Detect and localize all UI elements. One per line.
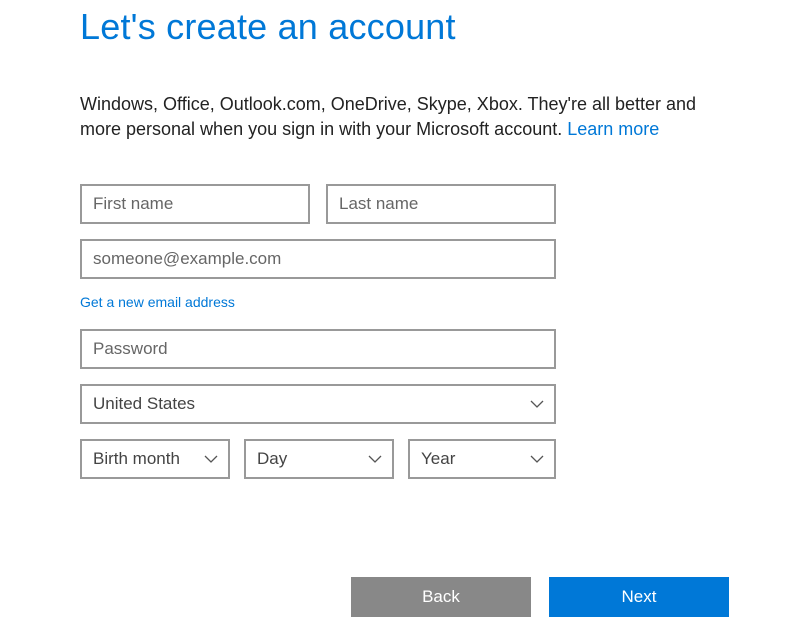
- password-input[interactable]: [80, 329, 556, 369]
- birth-year-select[interactable]: Year: [408, 439, 556, 479]
- country-select[interactable]: United States: [80, 384, 556, 424]
- learn-more-link[interactable]: Learn more: [567, 119, 659, 139]
- chevron-down-icon: [530, 452, 544, 466]
- last-name-input[interactable]: [326, 184, 556, 224]
- birth-day-value: Day: [257, 449, 287, 469]
- birth-month-value: Birth month: [93, 449, 180, 469]
- birth-month-select[interactable]: Birth month: [80, 439, 230, 479]
- page-title: Let's create an account: [80, 6, 727, 48]
- get-new-email-link[interactable]: Get a new email address: [80, 294, 235, 310]
- chevron-down-icon: [368, 452, 382, 466]
- chevron-down-icon: [530, 397, 544, 411]
- next-button[interactable]: Next: [549, 577, 729, 617]
- chevron-down-icon: [204, 452, 218, 466]
- first-name-input[interactable]: [80, 184, 310, 224]
- description-text: Windows, Office, Outlook.com, OneDrive, …: [80, 92, 727, 142]
- birth-day-select[interactable]: Day: [244, 439, 394, 479]
- country-selected-value: United States: [93, 394, 195, 414]
- email-input[interactable]: [80, 239, 556, 279]
- back-button[interactable]: Back: [351, 577, 531, 617]
- birth-year-value: Year: [421, 449, 455, 469]
